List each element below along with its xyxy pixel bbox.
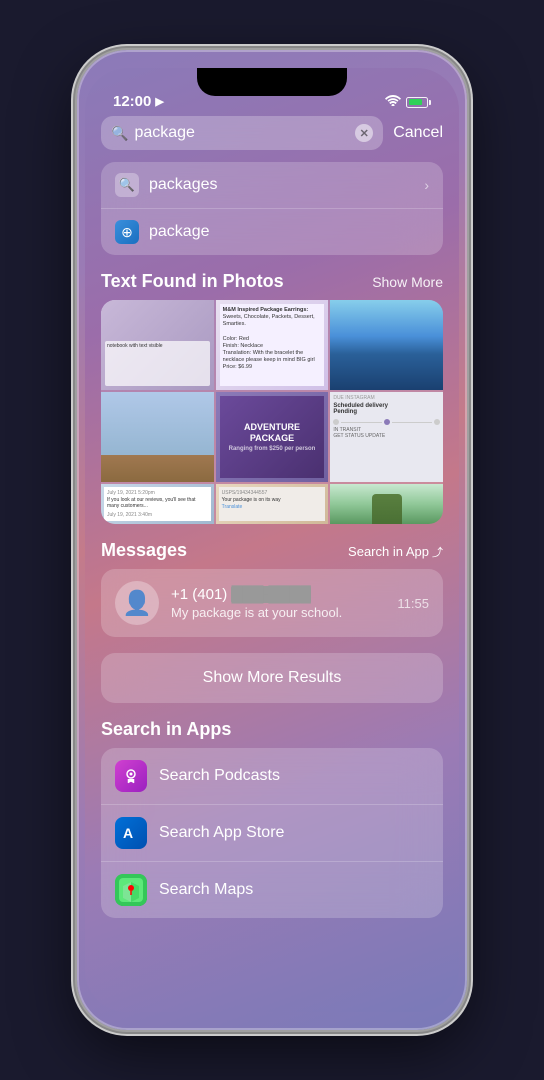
location-icon: ▶ bbox=[155, 95, 163, 108]
podcasts-app-icon bbox=[115, 760, 147, 792]
person-icon: 👤 bbox=[122, 589, 152, 618]
cancel-button[interactable]: Cancel bbox=[393, 124, 443, 142]
message-time: 11:55 bbox=[397, 596, 429, 611]
app-search-list: Search Podcasts A Search App Store bbox=[101, 748, 443, 918]
search-input-container[interactable]: 🔍 package ✕ bbox=[101, 116, 383, 150]
photos-section-header: Text Found in Photos Show More bbox=[101, 271, 443, 292]
safari-icon: ⊕ bbox=[115, 220, 139, 244]
search-query: package bbox=[134, 124, 349, 142]
suggestions-list: 🔍 packages › ⊕ package bbox=[101, 162, 443, 255]
photo-cell-3[interactable] bbox=[330, 300, 443, 390]
photo-cell-9[interactable] bbox=[330, 484, 443, 524]
photos-section-title: Text Found in Photos bbox=[101, 271, 284, 292]
suggestion-label-packages: packages bbox=[149, 176, 414, 194]
battery-icon bbox=[406, 92, 431, 110]
message-content: +1 (401) ███-████ My package is at your … bbox=[171, 586, 385, 620]
suggestion-item-packages[interactable]: 🔍 packages › bbox=[101, 162, 443, 209]
photos-show-more[interactable]: Show More bbox=[372, 274, 443, 290]
time-display: 12:00 bbox=[113, 93, 151, 110]
wifi-icon bbox=[385, 94, 401, 109]
messages-section-title: Messages bbox=[101, 540, 187, 561]
search-appstore-item[interactable]: A Search App Store bbox=[101, 805, 443, 862]
photo-cell-8[interactable]: USPS/19434344557 Your package is on its … bbox=[216, 484, 329, 524]
status-icons bbox=[385, 92, 431, 110]
messages-card: 👤 +1 (401) ███-████ My package is at you… bbox=[101, 569, 443, 637]
phone-body: 12:00 ▶ bbox=[77, 50, 467, 1030]
appstore-app-icon: A bbox=[115, 817, 147, 849]
show-more-results-button[interactable]: Show More Results bbox=[101, 653, 443, 703]
search-podcasts-label: Search Podcasts bbox=[159, 767, 280, 785]
search-appstore-label: Search App Store bbox=[159, 824, 284, 842]
message-item-1[interactable]: 👤 +1 (401) ███-████ My package is at you… bbox=[101, 569, 443, 637]
search-maps-item[interactable]: Search Maps bbox=[101, 862, 443, 918]
messages-section-header: Messages Search in App ⤴ bbox=[101, 540, 443, 561]
photo-cell-5[interactable]: ADVENTUREPACKAGE Ranging from $250 per p… bbox=[216, 392, 329, 482]
external-link-icon: ⤴ bbox=[432, 544, 443, 560]
phone-frame: 12:00 ▶ bbox=[0, 0, 544, 1080]
photo-cell-4[interactable] bbox=[101, 392, 214, 482]
clear-button[interactable]: ✕ bbox=[355, 124, 373, 142]
message-avatar: 👤 bbox=[115, 581, 159, 625]
maps-app-icon bbox=[115, 874, 147, 906]
suggestion-item-package[interactable]: ⊕ package bbox=[101, 209, 443, 255]
photo-cell-6[interactable]: DUE INSTAGRAM Scheduled deliveryPending bbox=[330, 392, 443, 482]
content-area: 🔍 package ✕ Cancel 🔍 packages › ⊕ bbox=[85, 116, 459, 1012]
search-podcasts-item[interactable]: Search Podcasts bbox=[101, 748, 443, 805]
search-icon: 🔍 bbox=[111, 125, 128, 142]
search-in-apps-header: Search in Apps bbox=[101, 719, 443, 740]
suggestion-label-package: package bbox=[149, 223, 429, 241]
notch bbox=[197, 68, 347, 96]
search-in-app-wrapper[interactable]: Search in App ⤴ bbox=[348, 544, 443, 560]
photo-cell-7[interactable]: July 19, 2021 5:20pm If you look at our … bbox=[101, 484, 214, 524]
photo-cell-2[interactable]: M&M Inspired Package Earrings:Sweets, Ch… bbox=[216, 300, 329, 390]
search-in-app-label: Search in App bbox=[348, 544, 429, 559]
status-time: 12:00 ▶ bbox=[113, 93, 164, 110]
messages-section: Messages Search in App ⤴ 👤 bbox=[101, 540, 443, 637]
suggestion-arrow-icon: › bbox=[424, 177, 429, 193]
message-sender: +1 (401) ███-████ bbox=[171, 586, 385, 603]
search-in-apps-section: Search in Apps Search Podcasts bbox=[101, 719, 443, 918]
search-glass-icon: 🔍 bbox=[115, 173, 139, 197]
message-preview: My package is at your school. bbox=[171, 605, 385, 620]
search-in-apps-title: Search in Apps bbox=[101, 719, 231, 740]
photo-cell-1[interactable]: notebook with text visible bbox=[101, 300, 214, 390]
search-maps-label: Search Maps bbox=[159, 881, 253, 899]
search-bar: 🔍 package ✕ Cancel bbox=[101, 116, 443, 150]
svg-text:A: A bbox=[123, 825, 133, 841]
phone-screen: 12:00 ▶ bbox=[85, 68, 459, 1012]
photos-grid: notebook with text visible M&M Inspired … bbox=[101, 300, 443, 524]
photos-section: Text Found in Photos Show More notebook … bbox=[101, 271, 443, 524]
